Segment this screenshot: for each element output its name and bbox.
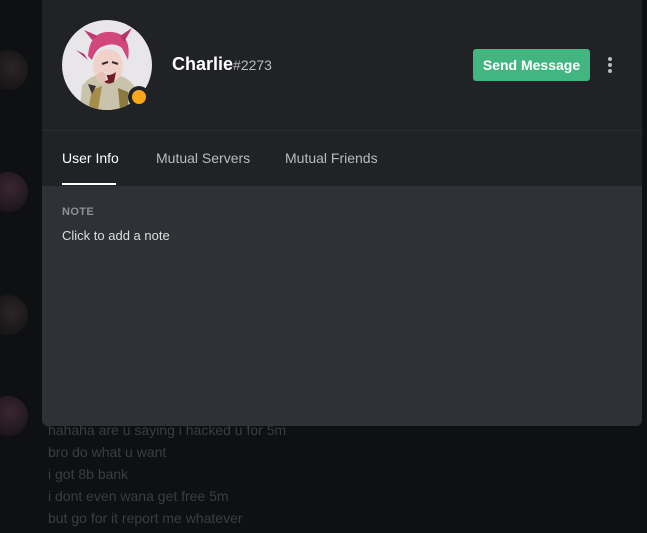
chat-avatar [0, 172, 28, 212]
user-profile-modal: Charlie#2273 Send Message User Info Mutu… [42, 0, 642, 426]
username: Charlie [172, 54, 234, 74]
chat-avatar [0, 396, 28, 436]
profile-name: Charlie#2273 [172, 54, 272, 75]
discriminator: #2273 [233, 57, 272, 73]
chat-message: but go for it report me whatever [48, 510, 243, 526]
active-tab-indicator [62, 183, 116, 185]
chat-message: i got 8b bank [48, 466, 129, 482]
more-options-icon[interactable] [600, 51, 620, 79]
tab-mutual-friends[interactable]: Mutual Friends [285, 131, 378, 186]
tab-mutual-servers[interactable]: Mutual Servers [156, 131, 250, 186]
note-label: NOTE [62, 206, 95, 218]
profile-tabs: User Info Mutual Servers Mutual Friends [42, 131, 642, 186]
profile-avatar-wrapper [62, 20, 152, 110]
chat-avatar [0, 295, 28, 335]
chat-message: bro do what u want [48, 444, 167, 460]
note-input[interactable]: Click to add a note [62, 228, 170, 243]
status-idle-icon [128, 86, 150, 108]
send-message-button[interactable]: Send Message [473, 49, 590, 81]
chat-message: i dont even wana get free 5m [48, 488, 229, 504]
chat-messages: hahaha are u saying i hacked u for 5m br… [48, 419, 638, 529]
tab-user-info[interactable]: User Info [62, 131, 119, 186]
profile-header: Charlie#2273 Send Message [42, 0, 642, 130]
chat-avatar [0, 50, 28, 90]
